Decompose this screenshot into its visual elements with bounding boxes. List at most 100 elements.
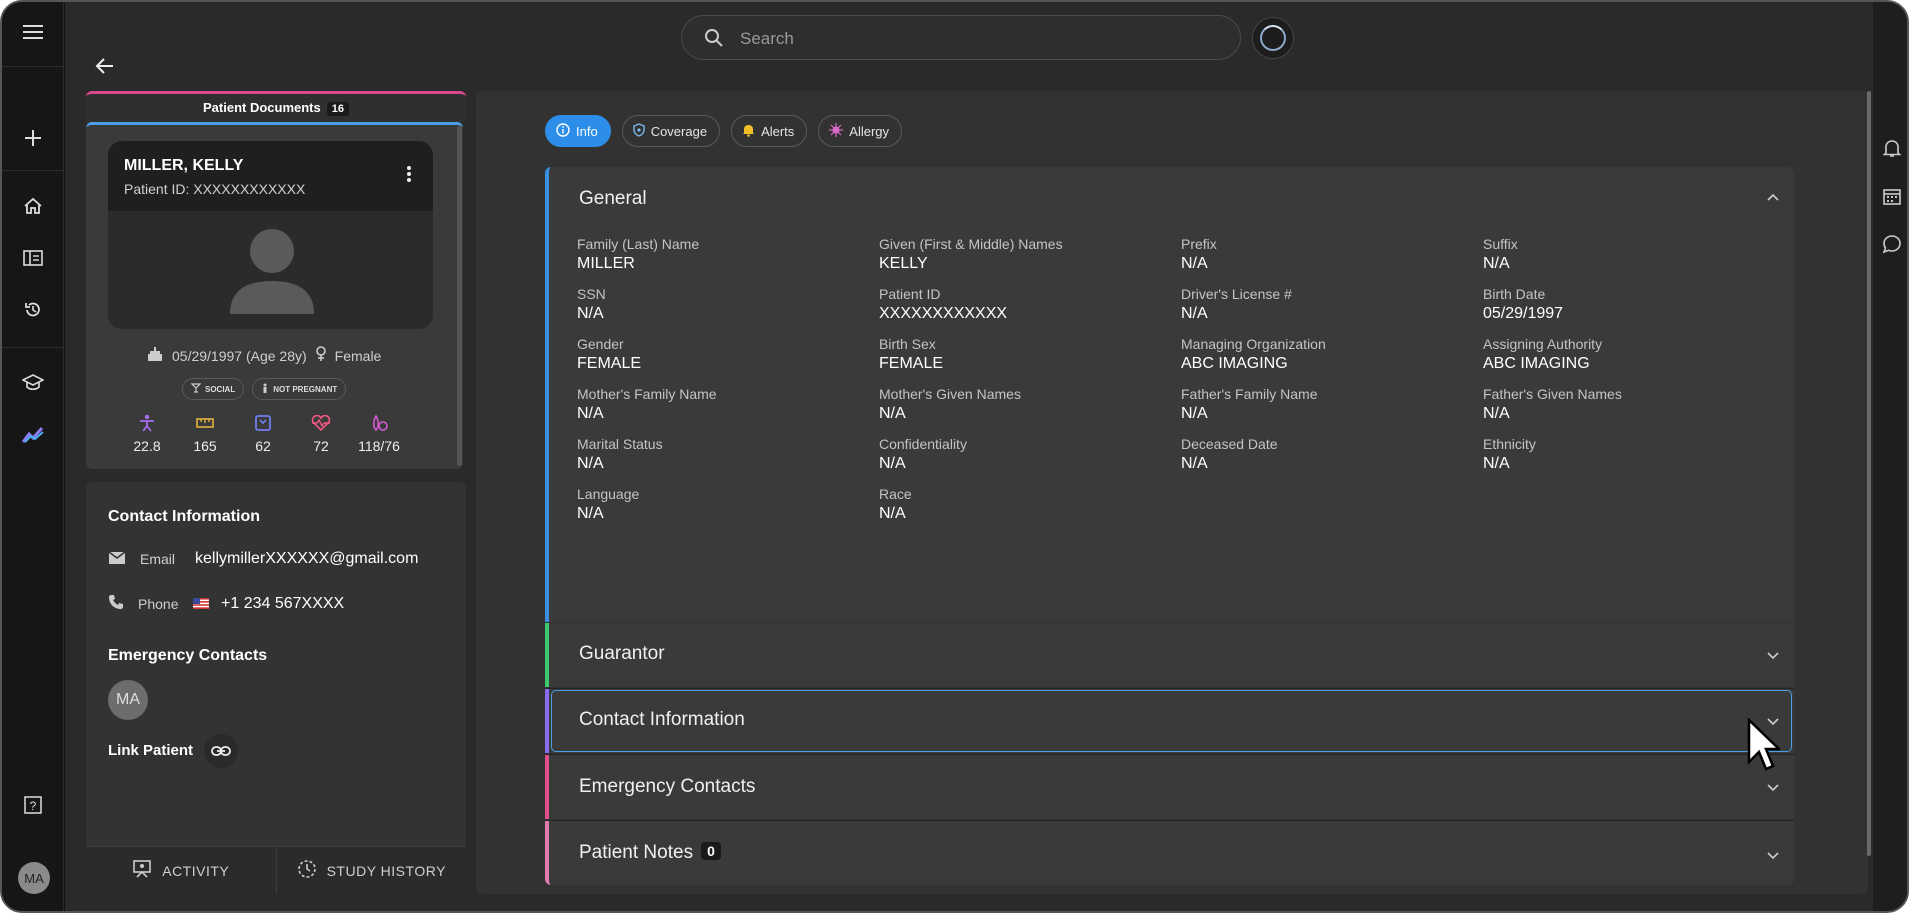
education-icon[interactable] — [21, 371, 45, 395]
chevron-down-icon[interactable] — [1766, 847, 1780, 865]
patient-name: MILLER, KELLY — [124, 157, 244, 174]
field-patient-id: Patient ID XXXXXXXXXXXX — [879, 286, 1181, 323]
field-birth-date: Birth Date 05/29/1997 — [1483, 286, 1785, 323]
emergency-contacts-section[interactable]: Emergency Contacts — [545, 755, 1794, 819]
field-label: Prefix — [1181, 236, 1217, 252]
field-ethnicity: Ethnicity N/A — [1483, 436, 1785, 473]
activity-label: ACTIVITY — [162, 862, 230, 879]
general-fields: Family (Last) Name MILLER Given (First & … — [577, 236, 1777, 523]
loading-spinner — [1252, 17, 1294, 59]
email-value[interactable]: kellymillerXXXXXX@gmail.com — [195, 550, 418, 568]
bmi-icon — [118, 413, 176, 433]
patient-documents-label: Patient Documents — [203, 100, 321, 115]
field-value: N/A — [577, 305, 604, 322]
dob-row: 05/29/1997 (Age 28y) Female — [146, 345, 416, 366]
birthday-cake-icon — [146, 345, 164, 366]
pregnancy-chip[interactable]: NOT PREGNANT — [252, 378, 347, 400]
user-initials: MA — [24, 870, 44, 886]
emergency-heading: Emergency Contacts — [108, 647, 268, 664]
chevron-up-icon[interactable] — [1766, 189, 1780, 207]
patient-card: MILLER, KELLY Patient ID: XXXXXXXXXXXX 0… — [86, 122, 463, 469]
chevron-down-icon[interactable] — [1766, 779, 1780, 797]
history-icon[interactable] — [21, 298, 45, 322]
scale-icon — [234, 413, 292, 433]
field-label: Confidentiality — [879, 436, 967, 452]
field-confidentiality: Confidentiality N/A — [879, 436, 1181, 473]
tab-allergy-label: Allergy — [849, 123, 890, 139]
contact-information-section[interactable]: Contact Information — [545, 689, 1794, 753]
field-race: Race N/A — [879, 486, 1181, 523]
add-icon[interactable] — [21, 126, 45, 150]
analytics-icon[interactable] — [21, 423, 45, 447]
field-label: Patient ID — [879, 286, 941, 302]
status-chips: SOCIAL NOT PREGNANT — [182, 378, 347, 400]
tab-alerts-label: Alerts — [761, 123, 795, 139]
field-label: Driver's License # — [1181, 286, 1292, 302]
patient-notes-title: Patient Notes 0 — [579, 842, 721, 864]
patient-documents-count: 16 — [326, 102, 349, 116]
field-label: Birth Date — [1483, 286, 1546, 302]
chevron-down-icon[interactable] — [1766, 647, 1780, 665]
activity-tab[interactable]: ACTIVITY — [86, 847, 276, 894]
tab-allergy[interactable]: Allergy — [818, 115, 903, 147]
home-icon[interactable] — [21, 194, 45, 218]
contact-heading: Contact Information — [108, 508, 260, 525]
search-input[interactable]: Search — [740, 29, 794, 49]
patient-notes-section[interactable]: Patient Notes 0 — [545, 821, 1794, 885]
phone-value[interactable]: +1 234 567XXXX — [221, 595, 344, 613]
field-value: N/A — [1181, 455, 1208, 472]
info-icon — [556, 122, 570, 140]
field-label: SSN — [577, 286, 606, 302]
field-label: Race — [879, 486, 912, 502]
field-language: Language N/A — [577, 486, 879, 523]
contact-card: Contact Information Email kellymillerXXX… — [86, 482, 466, 894]
heart-rate-icon — [292, 413, 350, 433]
menu-icon[interactable] — [21, 20, 45, 44]
us-flag-icon — [193, 596, 209, 612]
user-avatar[interactable]: MA — [18, 862, 50, 894]
social-chip[interactable]: SOCIAL — [182, 378, 245, 400]
ruler-icon — [176, 413, 234, 433]
study-history-tab[interactable]: STUDY HISTORY — [275, 847, 467, 894]
nav-rail: ? MA — [2, 2, 64, 911]
notification-bell-icon[interactable] — [1882, 138, 1902, 158]
search-bar[interactable]: Search — [681, 15, 1241, 60]
field-value: N/A — [1181, 255, 1208, 272]
patient-header: MILLER, KELLY Patient ID: XXXXXXXXXXXX — [108, 141, 433, 329]
patient-notes-label: Patient Notes — [579, 842, 694, 863]
guarantor-section[interactable]: Guarantor — [545, 623, 1794, 687]
field-label: Father's Given Names — [1483, 386, 1622, 402]
tab-coverage-label: Coverage — [650, 123, 708, 139]
app-window: ? MA Search Patient Documents 16 MILLER, … — [0, 0, 1909, 913]
general-title: General — [579, 188, 647, 209]
field-label: Family (Last) Name — [577, 236, 700, 252]
field-label: Father's Family Name — [1181, 386, 1318, 402]
field-value: N/A — [1483, 255, 1510, 272]
field-value: N/A — [879, 455, 906, 472]
field-label: Assigning Authority — [1483, 336, 1603, 352]
tab-coverage[interactable]: Coverage — [621, 115, 721, 147]
field-mothers-given-names: Mother's Given Names N/A — [879, 386, 1181, 423]
chat-icon[interactable] — [1882, 234, 1902, 254]
help-icon[interactable]: ? — [21, 793, 45, 817]
patient-card-scrollbar[interactable] — [457, 126, 462, 466]
more-options-icon[interactable] — [406, 165, 412, 188]
detail-scrollbar[interactable] — [1867, 91, 1871, 856]
link-icon[interactable] — [204, 734, 238, 768]
patient-documents-tab[interactable]: Patient Documents 16 — [86, 91, 466, 123]
worklist-icon[interactable] — [21, 246, 45, 270]
field-value: ABC IMAGING — [1181, 355, 1288, 372]
patient-id: Patient ID: XXXXXXXXXXXX — [124, 181, 306, 197]
field-value: KELLY — [879, 255, 928, 272]
field-label: Managing Organization — [1181, 336, 1326, 352]
study-history-label: STUDY HISTORY — [326, 862, 446, 879]
tab-info[interactable]: Info — [545, 115, 611, 147]
field-value: N/A — [879, 505, 906, 522]
emergency-contact-avatar[interactable]: MA — [108, 680, 148, 720]
tab-alerts[interactable]: Alerts — [731, 115, 808, 147]
back-arrow-icon[interactable] — [95, 57, 115, 80]
calendar-icon[interactable] — [1882, 186, 1902, 206]
study-history-icon — [297, 859, 317, 882]
field-label: Given (First & Middle) Names — [879, 236, 1063, 252]
field-label: Gender — [577, 336, 624, 352]
